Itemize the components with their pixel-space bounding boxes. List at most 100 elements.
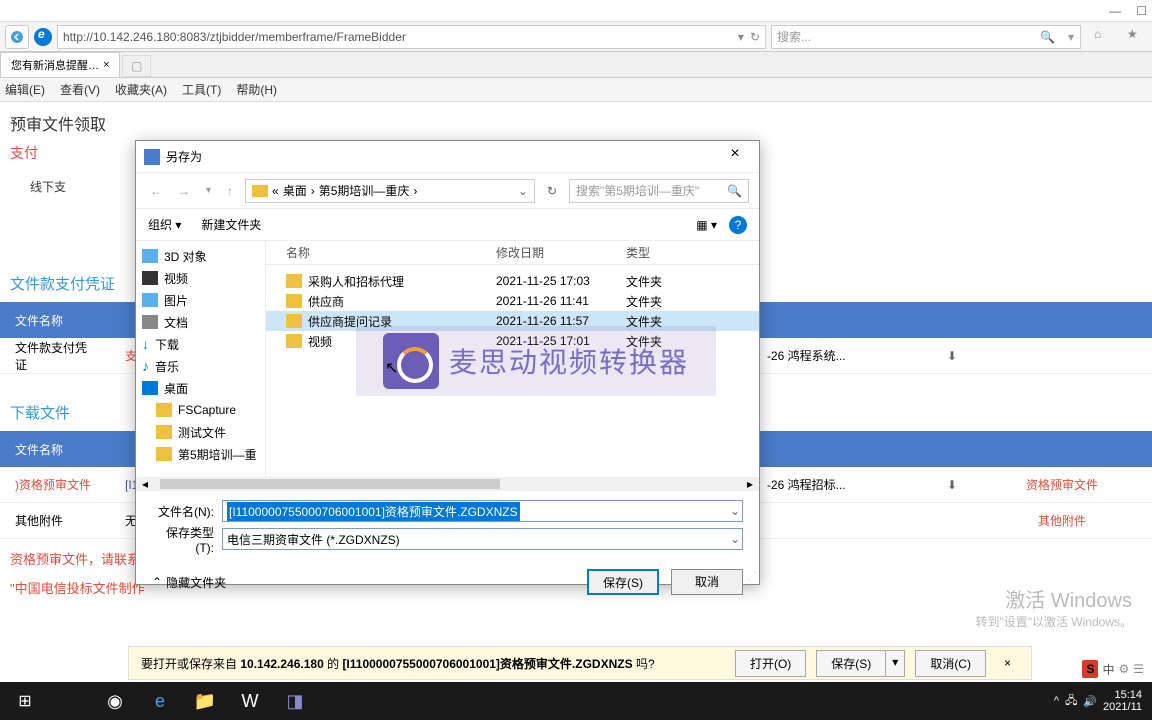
menu-help[interactable]: 帮助(H)	[236, 81, 277, 98]
dialog-titlebar: 另存为 ×	[136, 141, 759, 173]
cancel-button[interactable]: 取消(C)	[915, 650, 986, 677]
tray-up-icon[interactable]: ^	[1054, 695, 1059, 707]
chevron-up-icon: ⌃	[152, 575, 162, 589]
save-button[interactable]: 保存(S)	[816, 650, 885, 677]
url-input[interactable]: http://10.142.246.180:8083/ztjbidder/mem…	[57, 25, 766, 49]
dialog-close-button[interactable]: ×	[719, 145, 751, 169]
tree-item-train5[interactable]: 第5期培训—重	[136, 443, 265, 465]
nav-forward-icon[interactable]: →	[174, 182, 194, 200]
download-icon[interactable]	[947, 349, 957, 363]
tree-item-3d[interactable]: 3D 对象	[136, 245, 265, 267]
list-item[interactable]: 视频 2021-11-25 17:01 文件夹	[266, 331, 759, 351]
chevron-down-icon[interactable]: ⌄	[730, 532, 740, 546]
tree-item-fscapture[interactable]: FSCapture	[136, 399, 265, 421]
ime-icon[interactable]: S	[1082, 660, 1098, 678]
search-icon[interactable]: 🔍	[1040, 30, 1055, 44]
search-icon[interactable]: 🔍	[727, 184, 742, 198]
list-item[interactable]: 采购人和招标代理 2021-11-25 17:03 文件夹	[266, 271, 759, 291]
tree-item-downloads[interactable]: ↓下载	[136, 333, 265, 355]
activate-windows-watermark: 激活 Windows 转到"设置"以激活 Windows。	[975, 584, 1132, 630]
clock[interactable]: 15:14 2021/11	[1103, 689, 1142, 713]
ie-taskbar-icon[interactable]: e	[140, 685, 180, 717]
horizontal-scrollbar[interactable]: ◂▸	[136, 477, 759, 491]
tree-item-pictures[interactable]: 图片	[136, 289, 265, 311]
folder-icon	[286, 294, 302, 308]
resize-handle[interactable]: ⋰	[747, 571, 757, 582]
view-mode-icon[interactable]: ▦ ▾	[696, 218, 717, 232]
save-as-dialog: 另存为 × ← → ▾ ↑ « 桌面 › 第5期培训—重庆 › ⌄ ↻ 搜索"第…	[135, 140, 760, 585]
browser-tab[interactable]: 您有新消息提醒，... ×	[0, 52, 120, 77]
tree-item-video[interactable]: 视频	[136, 267, 265, 289]
nav-back-button[interactable]	[5, 25, 29, 49]
tab-close-icon[interactable]: ×	[103, 59, 109, 71]
folder-icon	[286, 334, 302, 348]
refresh-icon[interactable]: ↻	[750, 30, 760, 44]
ie-logo-icon	[34, 28, 52, 46]
nav-up-icon[interactable]: ↑	[223, 182, 237, 200]
filetype-label: 保存类型(T):	[152, 524, 214, 555]
cortana-icon[interactable]	[50, 685, 90, 717]
list-item[interactable]: 供应商提问记录 2021-11-26 11:57 文件夹	[266, 311, 759, 331]
save-dropdown-button[interactable]: ▾	[885, 650, 905, 677]
taskbar: ⊞ ◉ e 📁 W ◨ ^ 🖧 🔊 15:14 2021/11	[0, 682, 1152, 720]
menu-view[interactable]: 查看(V)	[60, 81, 100, 98]
word-icon[interactable]: W	[230, 685, 270, 717]
download-message: 要打开或保存来自 10.142.246.180 的 [I110000075500…	[141, 655, 725, 672]
download-icon[interactable]	[947, 478, 957, 492]
minimize-icon[interactable]: —	[1109, 4, 1121, 18]
address-bar: http://10.142.246.180:8083/ztjbidder/mem…	[0, 22, 1152, 52]
maximize-icon[interactable]: ☐	[1136, 4, 1147, 18]
folder-icon	[286, 314, 302, 328]
explorer-icon[interactable]: 📁	[185, 685, 225, 717]
list-header: 名称 修改日期 类型	[266, 241, 759, 265]
save-button[interactable]: 保存(S)	[587, 569, 659, 595]
close-icon[interactable]: ×	[996, 654, 1019, 672]
volume-icon[interactable]: 🔊	[1083, 695, 1097, 708]
new-tab-button[interactable]: ▢	[122, 55, 151, 77]
col-type[interactable]: 类型	[626, 244, 706, 261]
filetype-select[interactable]: 电信三期资审文件 (*.ZGDXNZS) ⌄	[222, 528, 743, 550]
tree-item-music[interactable]: ♪音乐	[136, 355, 265, 377]
favorites-icon[interactable]: ★	[1127, 27, 1147, 47]
menu-tools[interactable]: 工具(T)	[182, 81, 221, 98]
dialog-toolbar: 组织 ▾ 新建文件夹 ▦ ▾ ?	[136, 209, 759, 241]
folder-tree: 3D 对象 视频 图片 文档 ↓下载 ♪音乐 桌面 FSCapture 测试文件…	[136, 241, 266, 477]
col-name[interactable]: 名称	[266, 244, 496, 261]
nav-recent-icon[interactable]: ▾	[202, 183, 215, 198]
list-item[interactable]: 供应商 2021-11-26 11:41 文件夹	[266, 291, 759, 311]
dialog-title: 另存为	[166, 148, 202, 165]
tray-overflow: S 中 ⚙ ☰	[1082, 660, 1144, 678]
start-button[interactable]: ⊞	[5, 685, 45, 717]
edge-icon[interactable]: ◉	[95, 685, 135, 717]
refresh-icon[interactable]: ↻	[543, 184, 561, 198]
network-icon[interactable]: 🖧	[1065, 692, 1077, 711]
help-icon[interactable]: ?	[729, 216, 747, 234]
menu-edit[interactable]: 编辑(E)	[5, 81, 45, 98]
cancel-button[interactable]: 取消	[671, 569, 743, 595]
chevron-down-icon[interactable]: ⌄	[518, 184, 528, 198]
folder-icon	[286, 274, 302, 288]
chevron-down-icon[interactable]: ⌄	[730, 504, 740, 518]
hide-folders-toggle[interactable]: ⌃ 隐藏文件夹	[152, 574, 226, 591]
open-button[interactable]: 打开(O)	[735, 650, 806, 677]
menu-favorites[interactable]: 收藏夹(A)	[115, 81, 167, 98]
dialog-icon	[144, 149, 160, 165]
tree-item-desktop[interactable]: 桌面	[136, 377, 265, 399]
tree-item-documents[interactable]: 文档	[136, 311, 265, 333]
folder-search-input[interactable]: 搜索"第5期培训—重庆" 🔍	[569, 179, 749, 203]
browser-search-input[interactable]: 搜索... 🔍 ▾	[771, 25, 1081, 49]
ime-lang-icon[interactable]: 中	[1102, 661, 1114, 678]
col-date[interactable]: 修改日期	[496, 244, 626, 261]
path-breadcrumb[interactable]: « 桌面 › 第5期培训—重庆 › ⌄	[245, 179, 535, 203]
app-icon[interactable]: ◨	[275, 685, 315, 717]
tree-item-testfile[interactable]: 测试文件	[136, 421, 265, 443]
nav-back-icon[interactable]: ←	[146, 182, 166, 200]
new-folder-button[interactable]: 新建文件夹	[201, 216, 261, 233]
organize-menu[interactable]: 组织 ▾	[148, 216, 181, 233]
page-title: 预审文件领取	[0, 108, 1152, 138]
system-tray: ^ 🖧 🔊 15:14 2021/11	[1054, 689, 1147, 713]
home-icon[interactable]: ⌂	[1094, 27, 1114, 47]
menu-bar: 编辑(E) 查看(V) 收藏夹(A) 工具(T) 帮助(H)	[0, 78, 1152, 102]
download-notification-bar: 要打开或保存来自 10.142.246.180 的 [I110000075500…	[128, 646, 1032, 680]
filename-input[interactable]: [I1100000755000706001001]资格预审文件.ZGDXNZS …	[222, 500, 743, 522]
